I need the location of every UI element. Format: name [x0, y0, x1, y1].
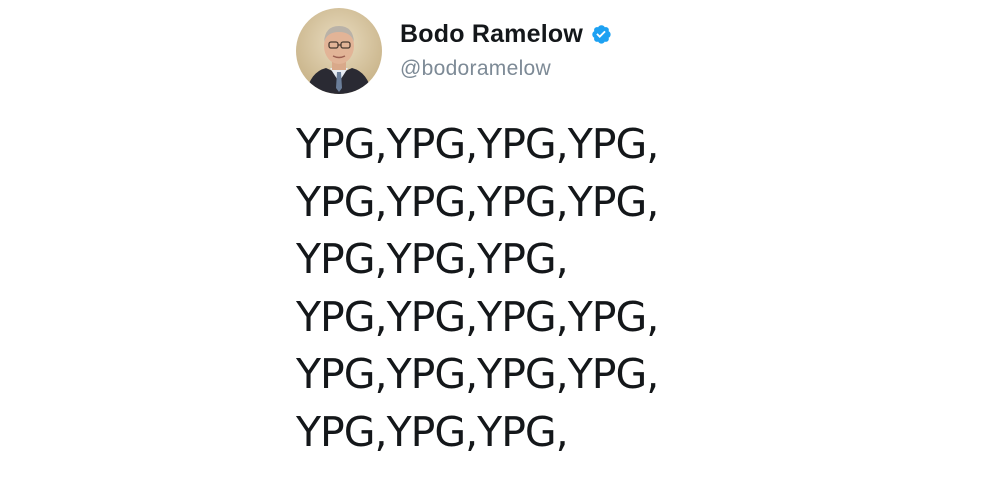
name-row: Bodo Ramelow — [400, 17, 612, 51]
author-display-name[interactable]: Bodo Ramelow — [400, 20, 583, 49]
tweet-header: Bodo Ramelow @bodoramelow — [296, 8, 716, 94]
tweet-text-line: YPG,YPG,YPG,YPG, — [296, 292, 659, 341]
author-info: Bodo Ramelow @bodoramelow — [400, 17, 612, 81]
tweet-text-line: YPG,YPG,YPG,YPG, — [296, 177, 659, 226]
verified-badge-icon — [590, 23, 612, 45]
tweet-text-line: YPG,YPG,YPG, — [296, 407, 569, 456]
tweet-card: Bodo Ramelow @bodoramelow — [296, 8, 716, 94]
author-handle[interactable]: @bodoramelow — [400, 57, 612, 81]
profile-photo-icon[interactable] — [296, 8, 382, 94]
tweet-text: YPG,YPG,YPG,YPG, YPG,YPG,YPG,YPG, YPG,YP… — [296, 116, 716, 461]
tweet-text-line: YPG,YPG,YPG,YPG, — [296, 350, 659, 398]
tweet-text-line: YPG,YPG,YPG, — [296, 235, 569, 283]
tweet-text-line: YPG,YPG,YPG,YPG, — [296, 120, 659, 168]
